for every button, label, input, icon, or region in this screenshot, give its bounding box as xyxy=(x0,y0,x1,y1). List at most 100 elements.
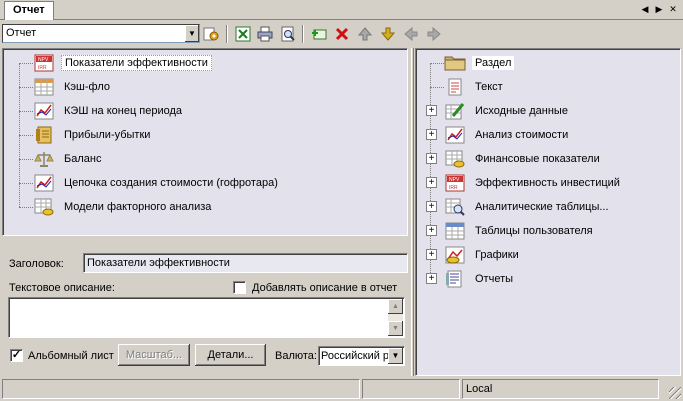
tree-line xyxy=(19,183,33,184)
resize-grip-icon[interactable] xyxy=(669,387,681,399)
text-doc-icon xyxy=(444,77,466,97)
tab-prev-icon[interactable]: ◀ xyxy=(639,3,651,16)
move-down-icon[interactable] xyxy=(379,25,397,43)
left-tree-item[interactable]: NPV IRR Показатели эффективности xyxy=(33,52,212,74)
tree-line xyxy=(19,87,33,88)
left-tree-item[interactable]: Баланс xyxy=(33,148,104,170)
right-tree-item[interactable]: + Отчеты xyxy=(426,268,516,290)
reports-icon xyxy=(444,269,466,289)
right-tree-item[interactable]: + Финансовые показатели xyxy=(426,148,603,170)
graph-icon xyxy=(444,245,466,265)
folder-icon xyxy=(444,53,466,73)
svg-text:NPV: NPV xyxy=(38,57,49,63)
tree-line xyxy=(19,63,33,64)
toolbar-separator xyxy=(302,25,304,43)
right-tree-item[interactable]: + NPV IRR Эффективность инвестиций xyxy=(426,172,623,194)
settings-gear-icon[interactable] xyxy=(202,25,220,43)
expand-icon[interactable]: + xyxy=(426,273,437,284)
right-tree-item-label: Исходные данные xyxy=(475,105,568,117)
scroll-up-icon[interactable]: ▲ xyxy=(388,299,403,314)
expand-icon[interactable]: + xyxy=(426,129,437,140)
pane-splitter[interactable] xyxy=(411,48,414,376)
expand-icon[interactable]: + xyxy=(426,249,437,260)
landscape-checkbox[interactable]: ✓ xyxy=(10,349,23,362)
right-tree-item-label: Раздел xyxy=(472,56,515,70)
right-tree-item-label: Графики xyxy=(475,249,519,261)
description-textarea[interactable]: ▲ ▼ xyxy=(8,297,405,338)
right-tree-item-label: Финансовые показатели xyxy=(475,153,600,165)
description-scrollbar[interactable]: ▲ ▼ xyxy=(388,299,403,336)
tree-line xyxy=(19,207,33,208)
scale-button[interactable]: Масштаб... xyxy=(118,344,190,366)
npv-irr-icon: NPV IRR xyxy=(444,173,466,193)
right-tree-item[interactable]: + Аналитические таблицы... xyxy=(426,196,612,218)
left-tree-item[interactable]: Кэш-фло xyxy=(33,76,113,98)
left-tree-item-label: Показатели эффективности xyxy=(61,55,212,71)
svg-text:NPV: NPV xyxy=(449,177,460,183)
tab-close-icon[interactable]: ✕ xyxy=(667,3,679,16)
chevron-down-icon[interactable]: ▼ xyxy=(388,348,403,364)
toolbar: Отчет ▼ xyxy=(0,22,683,46)
toolbar-separator xyxy=(226,25,228,43)
chart-icon xyxy=(444,125,466,145)
add-description-checkbox[interactable] xyxy=(233,281,246,294)
left-tree-item-label: Цепочка создания стоимости (гофротара) xyxy=(64,177,278,189)
currency-select-value: Российский р xyxy=(321,350,390,362)
right-tree-item[interactable]: Текст xyxy=(444,76,506,98)
report-items-tree[interactable]: NPV IRR Показатели эффективности Кэш-фло … xyxy=(2,48,408,236)
right-tree-item[interactable]: Раздел xyxy=(444,52,515,74)
preview-icon[interactable] xyxy=(279,25,297,43)
right-tree-item-label: Отчеты xyxy=(475,273,514,285)
chart-icon xyxy=(33,101,55,121)
add-description-label: Добавлять описание в отчет xyxy=(252,282,398,294)
title-input[interactable]: Показатели эффективности xyxy=(83,253,408,273)
add-icon[interactable] xyxy=(310,25,328,43)
status-cell xyxy=(362,379,460,399)
svg-text:IRR: IRR xyxy=(449,185,458,191)
move-left-icon[interactable] xyxy=(402,25,420,43)
report-sections-tree[interactable]: Раздел Текст + Исходные данные + Анализ … xyxy=(415,48,681,376)
tree-line xyxy=(430,87,444,88)
expand-icon[interactable]: + xyxy=(426,225,437,236)
status-cell-connection: Local xyxy=(462,379,659,399)
right-tree-item[interactable]: + Исходные данные xyxy=(426,100,571,122)
table-magnifier-icon xyxy=(444,197,466,217)
right-tree-item[interactable]: + Графики xyxy=(426,244,522,266)
expand-icon[interactable]: + xyxy=(426,105,437,116)
left-tree-item-label: КЭШ на конец периода xyxy=(64,105,183,117)
tree-line xyxy=(430,63,444,64)
npv-irr-icon: NPV IRR xyxy=(33,53,55,73)
delete-icon[interactable] xyxy=(333,25,351,43)
left-tree-item-label: Кэш-фло xyxy=(64,81,110,93)
tab-strip: Отчет ◀ ▶ ✕ xyxy=(0,0,683,20)
tab-next-icon[interactable]: ▶ xyxy=(653,3,665,16)
move-up-icon[interactable] xyxy=(356,25,374,43)
excel-export-icon[interactable] xyxy=(234,25,252,43)
input-data-icon xyxy=(444,101,466,121)
right-tree-item[interactable]: + Анализ стоимости xyxy=(426,124,571,146)
left-tree-item[interactable]: Модели факторного анализа xyxy=(33,196,214,218)
status-bar: Local xyxy=(0,379,683,401)
tab-report[interactable]: Отчет xyxy=(4,1,54,20)
status-cell xyxy=(2,379,360,399)
left-tree-item[interactable]: Цепочка создания стоимости (гофротара) xyxy=(33,172,281,194)
right-tree-item[interactable]: + Таблицы пользователя xyxy=(426,220,596,242)
expand-icon[interactable]: + xyxy=(426,153,437,164)
chevron-down-icon[interactable]: ▼ xyxy=(184,25,199,42)
scroll-down-icon[interactable]: ▼ xyxy=(388,321,403,336)
details-button[interactable]: Детали... xyxy=(195,344,266,366)
right-tree-item-label: Аналитические таблицы... xyxy=(475,201,609,213)
left-tree-item[interactable]: КЭШ на конец периода xyxy=(33,100,185,122)
right-tree-item-label: Эффективность инвестиций xyxy=(475,177,620,189)
left-tree-item[interactable]: Прибыли-убытки xyxy=(33,124,153,146)
tree-line xyxy=(19,159,33,160)
tree-line xyxy=(430,63,431,279)
chart-icon xyxy=(33,173,55,193)
report-select[interactable]: Отчет ▼ xyxy=(2,24,200,43)
user-table-icon xyxy=(444,221,466,241)
expand-icon[interactable]: + xyxy=(426,201,437,212)
currency-select[interactable]: Российский р ▼ xyxy=(318,346,405,366)
move-right-icon[interactable] xyxy=(425,25,443,43)
print-icon[interactable] xyxy=(256,25,274,43)
expand-icon[interactable]: + xyxy=(426,177,437,188)
